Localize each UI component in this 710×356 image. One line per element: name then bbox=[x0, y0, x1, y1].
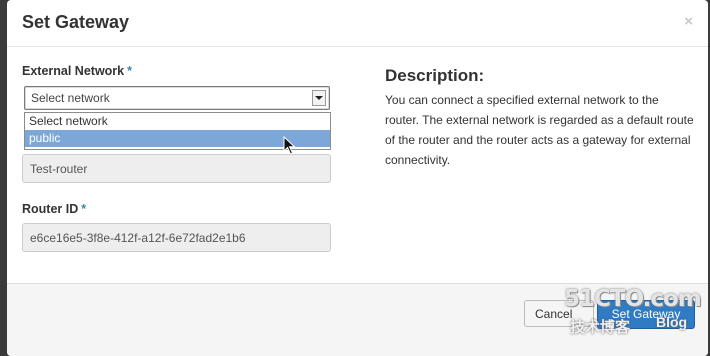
router-id-label: Router ID * bbox=[22, 202, 86, 216]
description-title: Description: bbox=[385, 66, 485, 85]
router-id-field[interactable]: e6ce16e5-3f8e-412f-a12f-6e72fad2e1b6 bbox=[22, 223, 331, 252]
dropdown-option-select-network[interactable]: Select network bbox=[25, 113, 330, 130]
modal-footer: Cancel Set Gateway bbox=[7, 283, 708, 356]
chevron-down-icon[interactable] bbox=[312, 90, 326, 106]
mouse-cursor-icon bbox=[283, 136, 296, 155]
router-name-value: Test-router bbox=[30, 162, 88, 176]
modal-header: Set Gateway × bbox=[7, 0, 708, 47]
router-id-label-text: Router ID bbox=[22, 202, 79, 216]
select-value: Select network bbox=[31, 91, 110, 105]
set-gateway-button[interactable]: Set Gateway bbox=[597, 300, 695, 329]
set-gateway-modal: Set Gateway × External Network * Select n… bbox=[7, 0, 708, 356]
router-id-value: e6ce16e5-3f8e-412f-a12f-6e72fad2e1b6 bbox=[30, 231, 246, 245]
required-marker: * bbox=[127, 64, 132, 78]
required-marker: * bbox=[81, 202, 87, 216]
external-network-label-text: External Network bbox=[22, 64, 125, 78]
close-icon[interactable]: × bbox=[684, 13, 693, 30]
cancel-button[interactable]: Cancel bbox=[524, 300, 594, 327]
router-name-field[interactable]: Test-router bbox=[22, 154, 331, 183]
external-network-label: External Network * bbox=[22, 64, 132, 78]
modal-title: Set Gateway bbox=[22, 12, 130, 32]
external-network-select[interactable]: Select network bbox=[24, 86, 330, 110]
description-text: You can connect a specified external net… bbox=[385, 93, 694, 167]
